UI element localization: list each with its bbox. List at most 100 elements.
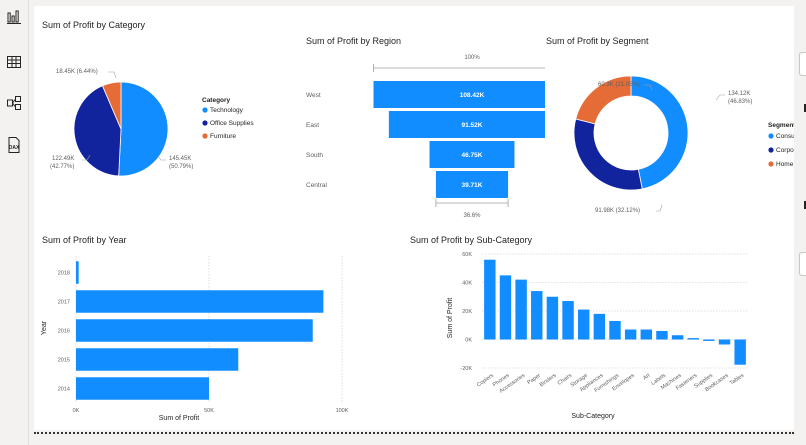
data-label-technology: 145.45K xyxy=(169,156,191,162)
y-tick-label: 2015 xyxy=(58,358,70,364)
y-tick-label: 2018 xyxy=(58,271,70,277)
year-bar-chart: 0K 50K 100K 2018 2017 2016 2015 2014 Sum of Prof… xyxy=(41,256,349,420)
report-view-button[interactable] xyxy=(3,6,25,28)
funnel-category-label: West xyxy=(306,92,321,99)
legend-item: Furniture xyxy=(210,133,236,140)
funnel-data-label: 91.52K xyxy=(462,122,483,129)
table-view-button[interactable] xyxy=(3,51,25,73)
funnel-data-label: 108.42K xyxy=(460,92,485,99)
legend-marker xyxy=(768,161,774,167)
y-axis-title: Year xyxy=(41,320,48,335)
data-label-technology-pct: (50.79%) xyxy=(169,164,193,170)
report-view-icon xyxy=(7,10,21,24)
column-appliances xyxy=(593,313,606,340)
x-tick-label: 100K xyxy=(336,408,349,414)
y-tick-label: 20K xyxy=(462,309,472,315)
legend-item: Office Supplies xyxy=(210,120,254,127)
x-tick-label: 50K xyxy=(204,408,214,414)
data-label-office-supplies: 122.49K xyxy=(52,156,74,162)
year-bar-2015 xyxy=(76,348,239,371)
legend-marker xyxy=(202,120,208,126)
dax-label: DAX xyxy=(9,145,20,151)
category-pie-visual[interactable]: Sum of Profit by Category 18.45K (6.44%)… xyxy=(36,14,291,214)
year-bar-2016 xyxy=(76,319,313,342)
y-tick-label: -20K xyxy=(460,366,472,372)
year-bar-visual[interactable]: Sum of Profit by Year 0K 50K 100K 2018 2017 2… xyxy=(36,230,366,420)
pie-slice-technology xyxy=(118,81,169,177)
view-switcher-rail: DAX xyxy=(0,0,29,445)
column-chairs xyxy=(562,301,574,340)
x-tick-label: 0K xyxy=(73,408,80,414)
data-label-office-supplies-pct: (42.77%) xyxy=(50,164,74,170)
region-funnel-chart: 100% 108.42K West 91.52K East 46.75K South 39.7… xyxy=(306,55,545,219)
pane-collapse-handle[interactable] xyxy=(799,252,806,276)
funnel-category-label: East xyxy=(306,122,319,129)
column-phones xyxy=(499,275,512,340)
column-art xyxy=(640,329,653,340)
column-storage xyxy=(577,309,590,340)
column-copiers xyxy=(484,259,496,340)
legend-title: Category xyxy=(202,97,231,104)
x-tick-label: Binders xyxy=(539,373,558,389)
column-binders xyxy=(546,296,559,340)
table-view-icon xyxy=(7,56,21,68)
y-tick-label: 60K xyxy=(462,252,472,258)
donut-slice-corporate xyxy=(573,118,643,191)
column-tables xyxy=(734,339,746,365)
funnel-top-percent: 100% xyxy=(464,55,480,61)
year-bar-2017 xyxy=(76,290,324,313)
funnel-category-label: Central xyxy=(306,182,328,189)
region-funnel-visual[interactable]: Sum of Profit by Region 100% 108.42K West 9… xyxy=(300,32,545,232)
legend-marker xyxy=(202,107,208,113)
report-canvas: Sum of Profit by Category 18.45K (6.44%)… xyxy=(34,6,794,430)
segment-donut-chart: 60.3K (21.05%) 134.12K (46.83%) 91.98K (32.… xyxy=(573,75,794,214)
legend-marker xyxy=(768,147,774,153)
category-pie-chart: 18.45K (6.44%) 145.45K (50.79%) 122.49K (42.… xyxy=(50,69,254,177)
column-envelopes xyxy=(624,329,637,340)
column-furnishings xyxy=(609,320,621,340)
funnel-data-label: 46.75K xyxy=(462,152,483,159)
leader-line xyxy=(715,94,725,101)
legend-item: Corporate xyxy=(776,147,794,154)
column-labels xyxy=(656,330,668,340)
legend-marker xyxy=(768,133,774,139)
page-boundary-dots xyxy=(34,432,794,434)
data-label-consumer: 134.12K xyxy=(728,91,750,97)
x-tick-label: Tables xyxy=(729,373,746,387)
legend-marker xyxy=(202,133,208,139)
right-pane-edge xyxy=(794,0,806,445)
year-bar-2014 xyxy=(76,377,209,400)
y-tick-label: 2017 xyxy=(58,300,70,306)
data-label-furniture: 18.45K (6.44%) xyxy=(56,69,98,75)
top-strip xyxy=(29,0,806,4)
data-label-consumer-pct: (46.83%) xyxy=(728,99,752,105)
donut-slice-consumer xyxy=(630,75,689,190)
year-bar-2018 xyxy=(76,261,79,284)
y-tick-label: 0K xyxy=(465,338,472,344)
leader-line xyxy=(108,71,117,79)
y-tick-label: 2014 xyxy=(58,387,70,393)
dax-query-view-button[interactable]: DAX xyxy=(3,134,25,156)
funnel-bottom-percent: 36.6% xyxy=(463,213,481,219)
model-view-button[interactable] xyxy=(3,92,25,114)
leader-line xyxy=(656,204,663,212)
data-label-corporate: 91.98K (32.12%) xyxy=(595,208,640,214)
segment-donut-visual[interactable]: Sum of Profit by Segment 60.3K (21.05%) 1… xyxy=(540,32,794,222)
column-machines xyxy=(671,335,684,340)
pane-collapse-handle[interactable] xyxy=(799,52,806,76)
funnel-data-label: 39.71K xyxy=(462,182,483,189)
x-axis-title: Sub-Category xyxy=(571,413,615,420)
y-axis-title: Sum of Profit xyxy=(447,298,454,339)
column-fasteners xyxy=(687,338,699,340)
subcategory-column-chart: 60K40K20K0K-20KCopiersPhonesAccessories P… xyxy=(447,252,748,420)
funnel-category-label: South xyxy=(306,152,323,159)
legend-item: Home Office xyxy=(776,161,794,168)
legend-title: Segment xyxy=(768,122,794,129)
x-tick-label: Copiers xyxy=(476,373,495,389)
x-axis-title: Sum of Profit xyxy=(159,415,200,420)
y-tick-label: 40K xyxy=(462,281,472,287)
subcategory-column-visual[interactable]: Sum of Profit by Sub-Category 60K 40K 20K 0… xyxy=(404,230,749,425)
x-tick-label: Art xyxy=(642,372,652,381)
y-tick-label: 2016 xyxy=(58,329,70,335)
column-supplies xyxy=(703,339,715,341)
